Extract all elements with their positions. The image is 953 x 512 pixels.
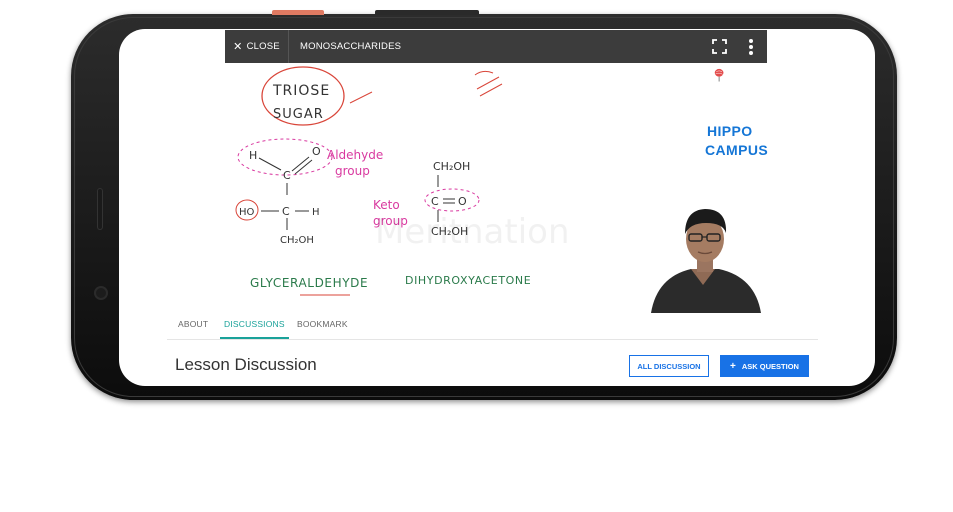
more-vert-icon[interactable] (748, 38, 754, 56)
svg-text:SUGAR: SUGAR (273, 107, 324, 122)
svg-text:CH₂OH: CH₂OH (280, 235, 314, 246)
svg-text:O: O (458, 195, 467, 208)
svg-text:H: H (249, 149, 257, 162)
hippocampus-logo-line1: HIPPO (707, 123, 753, 139)
svg-text:DIHYDROXYACETONE: DIHYDROXYACETONE (405, 274, 531, 287)
svg-text:GLYCERALDEHYDE: GLYCERALDEHYDE (250, 276, 368, 290)
hippocampus-logo-icon (714, 68, 724, 82)
ask-question-button[interactable]: + ASK QUESTION (720, 355, 809, 377)
tab-bookmark[interactable]: BOOKMARK (297, 311, 348, 337)
phone-speaker (97, 188, 103, 230)
svg-text:Meritnation: Meritnation (375, 212, 570, 252)
svg-text:TRIOSE: TRIOSE (272, 83, 330, 99)
svg-text:Keto: Keto (373, 198, 400, 212)
presenter-video (651, 209, 761, 313)
ask-question-label: ASK QUESTION (741, 361, 799, 371)
tab-discussions[interactable]: DISCUSSIONS (220, 311, 289, 339)
power-button (272, 10, 324, 15)
fullscreen-icon[interactable] (712, 39, 727, 54)
close-icon: ✕ (233, 41, 243, 53)
tab-about[interactable]: ABOUT (178, 311, 208, 337)
svg-text:H: H (312, 207, 320, 218)
all-discussion-button[interactable]: ALL DISCUSSION (629, 355, 709, 377)
lesson-tabs: ABOUT DISCUSSIONS BOOKMARK (167, 311, 818, 340)
close-label: CLOSE (246, 41, 280, 52)
volume-button (375, 10, 479, 15)
plus-icon: + (730, 360, 736, 372)
lesson-title: MONOSACCHARIDES (300, 41, 402, 52)
phone-screen: ✕ CLOSE MONOSACCHARIDES TRIOSE SUGAR H C… (119, 29, 875, 386)
svg-text:C: C (282, 205, 290, 218)
close-button[interactable]: ✕ CLOSE (225, 30, 289, 63)
svg-text:group: group (335, 164, 370, 178)
svg-text:HO: HO (239, 207, 255, 218)
discussion-title: Lesson Discussion (175, 355, 317, 374)
svg-text:C: C (431, 195, 439, 208)
phone-camera (94, 286, 108, 300)
svg-text:C: C (283, 169, 291, 182)
svg-text:O: O (312, 145, 321, 158)
svg-text:CH₂OH: CH₂OH (433, 160, 470, 173)
svg-text:Aldehyde: Aldehyde (327, 148, 383, 162)
hippocampus-logo-line2: CAMPUS (705, 142, 769, 158)
player-top-bar: ✕ CLOSE MONOSACCHARIDES (225, 30, 767, 63)
video-player[interactable]: TRIOSE SUGAR H C O HO C H CH₂OH Aldehyde… (225, 63, 769, 313)
